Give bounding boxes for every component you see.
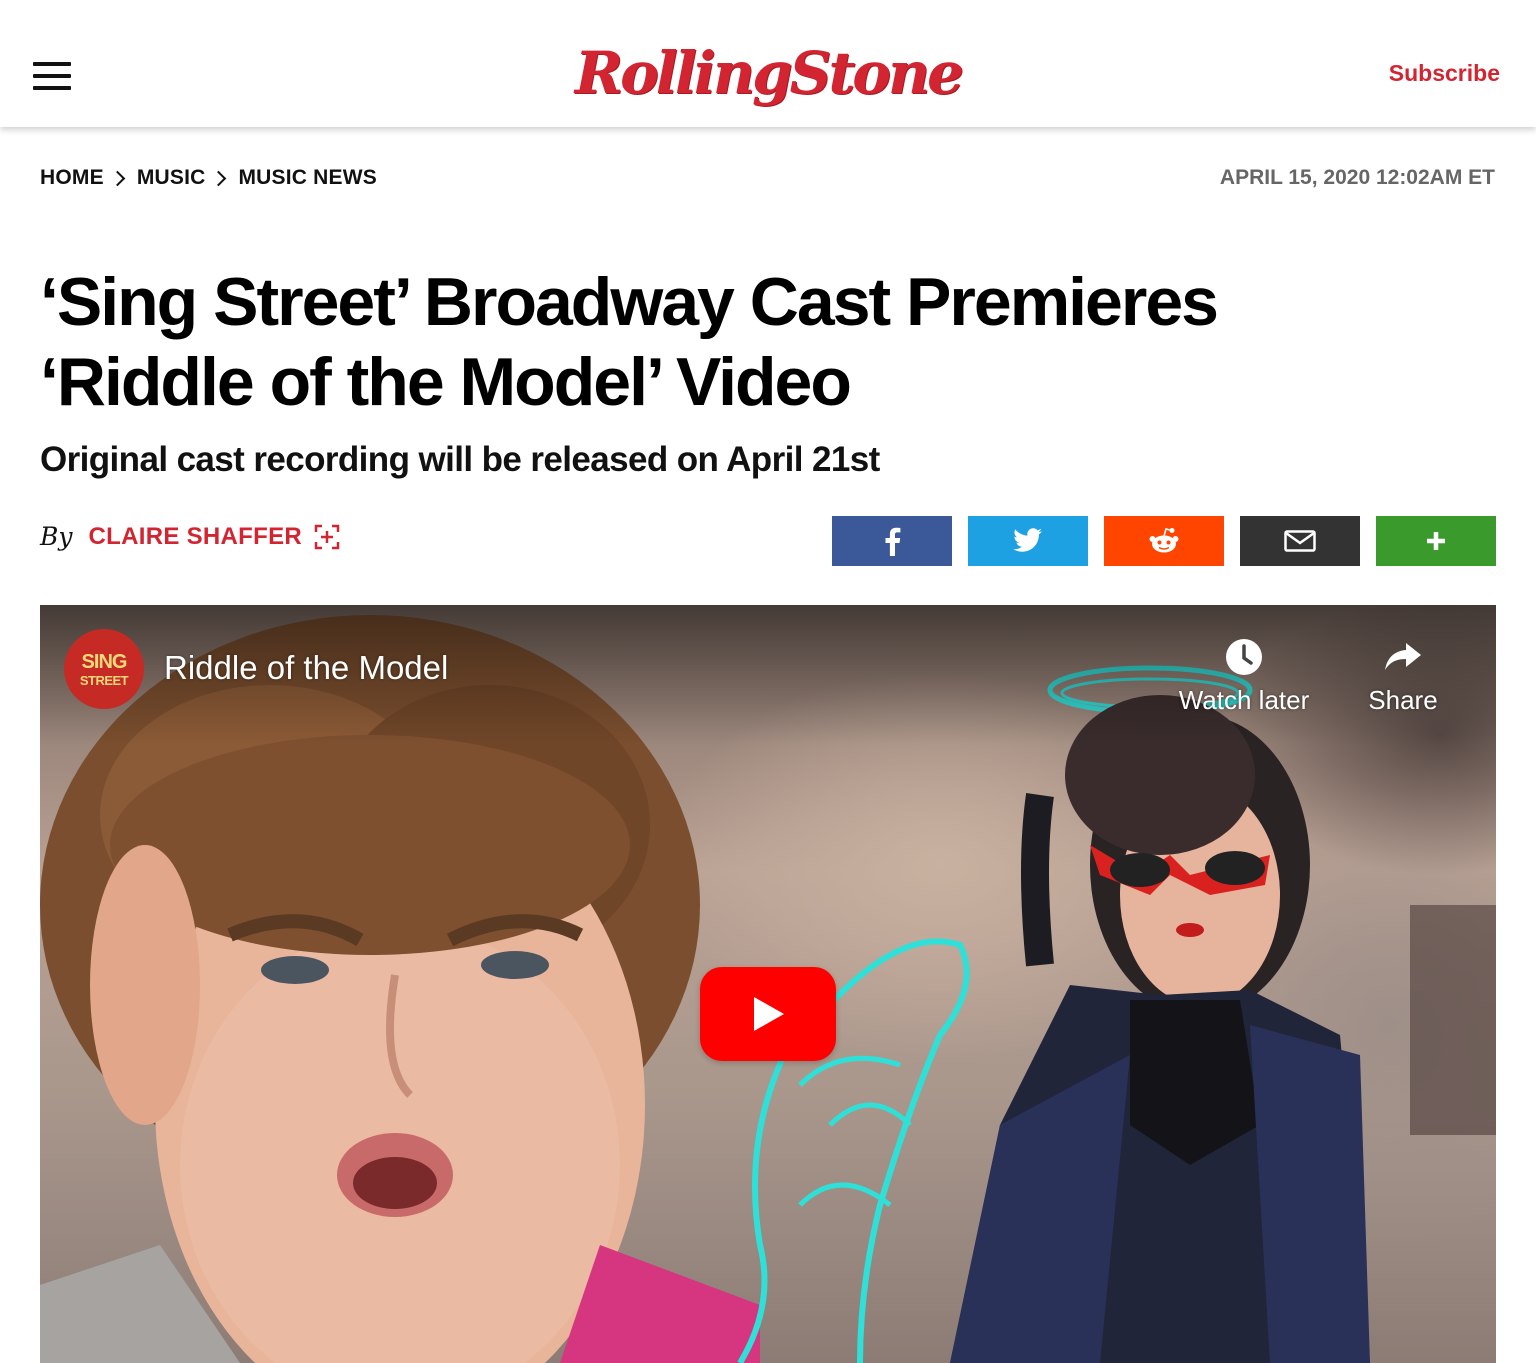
- play-button[interactable]: [700, 967, 836, 1061]
- channel-avatar-line1: SING: [81, 650, 128, 673]
- share-twitter-button[interactable]: [968, 516, 1088, 566]
- twitter-icon: [1013, 528, 1042, 552]
- byline: By CLAIRE SHAFFER: [40, 522, 340, 551]
- breadcrumb-music-news[interactable]: MUSIC NEWS: [238, 166, 377, 190]
- by-label: By: [40, 522, 73, 551]
- follow-author-icon[interactable]: [314, 524, 340, 550]
- chevron-right-icon: [109, 170, 126, 186]
- channel-avatar-line2: STREET: [79, 672, 129, 688]
- youtube-video-embed[interactable]: SING STREET Riddle of the Model Watch la…: [40, 605, 1496, 1363]
- share-label: Share: [1368, 685, 1438, 715]
- reddit-icon: [1149, 528, 1179, 553]
- breadcrumb-music[interactable]: MUSIC: [137, 166, 206, 190]
- share-email-button[interactable]: [1240, 516, 1360, 566]
- hamburger-menu-icon[interactable]: [33, 62, 71, 92]
- headline-line-2: ‘Riddle of the Model’ Video: [40, 344, 852, 420]
- breadcrumb: HOME MUSIC MUSIC NEWS: [40, 166, 377, 190]
- clock-icon: [1226, 639, 1262, 675]
- plus-icon: [1427, 532, 1445, 550]
- article-headline: ‘Sing Street’ Broadway Cast Premieres ‘R…: [40, 262, 1500, 422]
- watch-later-button[interactable]: Watch later: [1169, 637, 1319, 716]
- rolling-stone-logo[interactable]: RollingStone: [575, 32, 964, 114]
- breadcrumb-home[interactable]: HOME: [40, 166, 104, 190]
- facebook-icon: [885, 527, 901, 556]
- headline-line-1: ‘Sing Street’ Broadway Cast Premieres: [40, 264, 1219, 340]
- watch-later-label: Watch later: [1178, 685, 1310, 715]
- share-arrow-icon: [1385, 643, 1421, 670]
- channel-avatar[interactable]: SING STREET: [64, 629, 144, 709]
- video-share-button[interactable]: Share: [1328, 637, 1478, 716]
- share-more-button[interactable]: [1376, 516, 1496, 566]
- author-link[interactable]: CLAIRE SHAFFER: [89, 523, 303, 551]
- publish-date: APRIL 15, 2020 12:02AM ET: [1219, 166, 1495, 189]
- site-header: RollingStone Subscribe: [0, 0, 1536, 127]
- subscribe-link[interactable]: Subscribe: [1389, 60, 1500, 87]
- play-icon: [754, 997, 784, 1031]
- mail-icon: [1284, 530, 1316, 552]
- share-reddit-button[interactable]: [1104, 516, 1224, 566]
- video-title[interactable]: Riddle of the Model: [164, 649, 448, 687]
- share-facebook-button[interactable]: [832, 516, 952, 566]
- article-subheadline: Original cast recording will be released…: [40, 440, 880, 479]
- chevron-right-icon: [211, 170, 227, 186]
